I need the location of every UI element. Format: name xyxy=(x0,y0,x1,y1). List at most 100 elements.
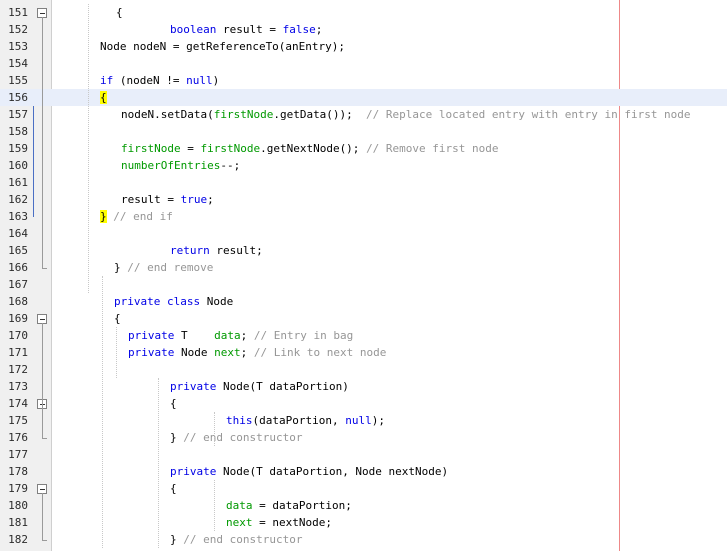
line-number: 161 xyxy=(8,176,28,189)
code-token: private xyxy=(170,465,217,478)
code-line[interactable]: 177 xyxy=(0,446,727,463)
code-text: private T data; // Entry in bag xyxy=(128,327,353,344)
code-line[interactable]: 156 { xyxy=(0,89,727,106)
line-number: 172 xyxy=(8,363,28,376)
code-token: ; xyxy=(207,193,214,206)
code-token: = xyxy=(180,142,201,155)
code-token: private xyxy=(114,295,161,308)
code-text: Node nodeN = getReferenceTo(anEntry); xyxy=(100,38,345,55)
code-text: } // end remove xyxy=(114,259,213,276)
code-token: // Remove first node xyxy=(366,142,499,155)
code-token: data xyxy=(226,499,253,512)
code-line[interactable]: 172 xyxy=(0,361,727,378)
code-token: { xyxy=(114,312,121,325)
code-text: { xyxy=(170,480,177,497)
line-number: 182 xyxy=(8,533,28,546)
code-line[interactable]: 173 private Node(T dataPortion) xyxy=(0,378,727,395)
code-text: private Node(T dataPortion, Node nextNod… xyxy=(170,463,448,480)
code-token: { xyxy=(100,91,107,104)
code-line[interactable]: 160 numberOfEntries--; xyxy=(0,157,727,174)
code-text: this(dataPortion, null); xyxy=(226,412,385,429)
code-text: result = true; xyxy=(121,191,214,208)
indent-guide xyxy=(214,412,215,446)
code-token: ; xyxy=(315,23,323,36)
code-line[interactable]: 170 private T data; // Entry in bag xyxy=(0,327,727,344)
line-number: 156 xyxy=(8,91,28,104)
code-token: ; xyxy=(240,329,254,342)
indent-guide xyxy=(102,276,103,548)
code-line[interactable]: 153 Node nodeN = getReferenceTo(anEntry); xyxy=(0,38,727,55)
line-number: 152 xyxy=(8,23,28,36)
indent-guide xyxy=(116,327,117,378)
code-text: private Node(T dataPortion) xyxy=(170,378,349,395)
code-token: (nodeN != xyxy=(113,74,187,87)
code-token: data xyxy=(214,329,241,342)
code-token: boolean xyxy=(170,23,217,36)
code-line[interactable]: 166 } // end remove xyxy=(0,259,727,276)
code-token: numberOfEntries xyxy=(121,159,221,172)
line-number: 175 xyxy=(8,414,28,427)
code-text: { xyxy=(100,89,107,106)
code-token: // Replace located entry with entry in f… xyxy=(366,108,691,121)
code-line[interactable]: 175 this(dataPortion, null); xyxy=(0,412,727,429)
fold-end-tick xyxy=(42,438,47,439)
line-number: 154 xyxy=(8,57,28,70)
code-line[interactable]: 152 boolean result = false; xyxy=(0,21,727,38)
line-number: 167 xyxy=(8,278,28,291)
line-number: 174 xyxy=(8,397,28,410)
code-line[interactable]: 179 { xyxy=(0,480,727,497)
line-number: 164 xyxy=(8,227,28,240)
line-number: 166 xyxy=(8,261,28,274)
line-number: 151 xyxy=(8,6,28,19)
code-line[interactable]: 154 xyxy=(0,55,727,72)
code-token: null xyxy=(345,414,372,427)
code-line[interactable]: 158 xyxy=(0,123,727,140)
code-line[interactable]: 171 private Node next; // Link to next no… xyxy=(0,344,727,361)
line-number: 159 xyxy=(8,142,28,155)
code-token: Node(T dataPortion) xyxy=(216,380,349,393)
code-line[interactable]: 176} // end constructor xyxy=(0,429,727,446)
line-number: 155 xyxy=(8,74,28,87)
code-token: } xyxy=(170,533,184,546)
code-line[interactable]: 174 { xyxy=(0,395,727,412)
code-token: result = xyxy=(121,193,181,206)
code-line[interactable]: 182} // end constructor xyxy=(0,531,727,548)
code-line[interactable]: 151 { xyxy=(0,4,727,21)
code-text: data = dataPortion; xyxy=(226,497,352,514)
code-token: = dataPortion; xyxy=(252,499,352,512)
code-token: // end if xyxy=(113,210,173,223)
code-token: if xyxy=(100,74,114,87)
code-line[interactable]: 181 next = nextNode; xyxy=(0,514,727,531)
code-token: Node(T dataPortion, Node nextNode) xyxy=(216,465,449,478)
code-text: } // end constructor xyxy=(170,531,302,548)
code-line[interactable]: 155 if (nodeN != null) xyxy=(0,72,727,89)
code-line[interactable]: 161 xyxy=(0,174,727,191)
code-line[interactable]: 163} // end if xyxy=(0,208,727,225)
code-line[interactable]: 167 xyxy=(0,276,727,293)
code-text: firstNode = firstNode.getNextNode(); // … xyxy=(121,140,499,157)
code-line[interactable]: 165 return result; xyxy=(0,242,727,259)
code-editor[interactable]: 151 {152 boolean result = false; 153 Node no… xyxy=(0,0,727,551)
code-token: private xyxy=(128,346,175,359)
code-line[interactable]: 162 result = true; xyxy=(0,191,727,208)
fold-range-line xyxy=(42,493,43,535)
code-token: } xyxy=(170,431,184,444)
code-text: nodeN.setData(firstNode.getData()); // R… xyxy=(121,106,691,123)
code-line[interactable]: 164 xyxy=(0,225,727,242)
line-number: 177 xyxy=(8,448,28,461)
code-line[interactable]: 180 data = dataPortion; xyxy=(0,497,727,514)
code-line[interactable]: 157 nodeN.setData(firstNode.getData()); /… xyxy=(0,106,727,123)
indent-guide xyxy=(214,480,215,531)
line-number: 163 xyxy=(8,210,28,223)
code-line[interactable]: 169 { xyxy=(0,310,727,327)
code-text: { xyxy=(170,395,177,412)
code-token: // end constructor xyxy=(183,533,303,546)
code-token: private xyxy=(170,380,217,393)
code-line[interactable]: 168 private class Node xyxy=(0,293,727,310)
code-line[interactable]: 159 firstNode = firstNode.getNextNode(); … xyxy=(0,140,727,157)
line-number: 160 xyxy=(8,159,28,172)
code-token: result = xyxy=(216,23,283,36)
code-token: Node nodeN = getReferenceTo(anEntry); xyxy=(100,40,346,53)
code-line[interactable]: 178 private Node(T dataPortion, Node next… xyxy=(0,463,727,480)
